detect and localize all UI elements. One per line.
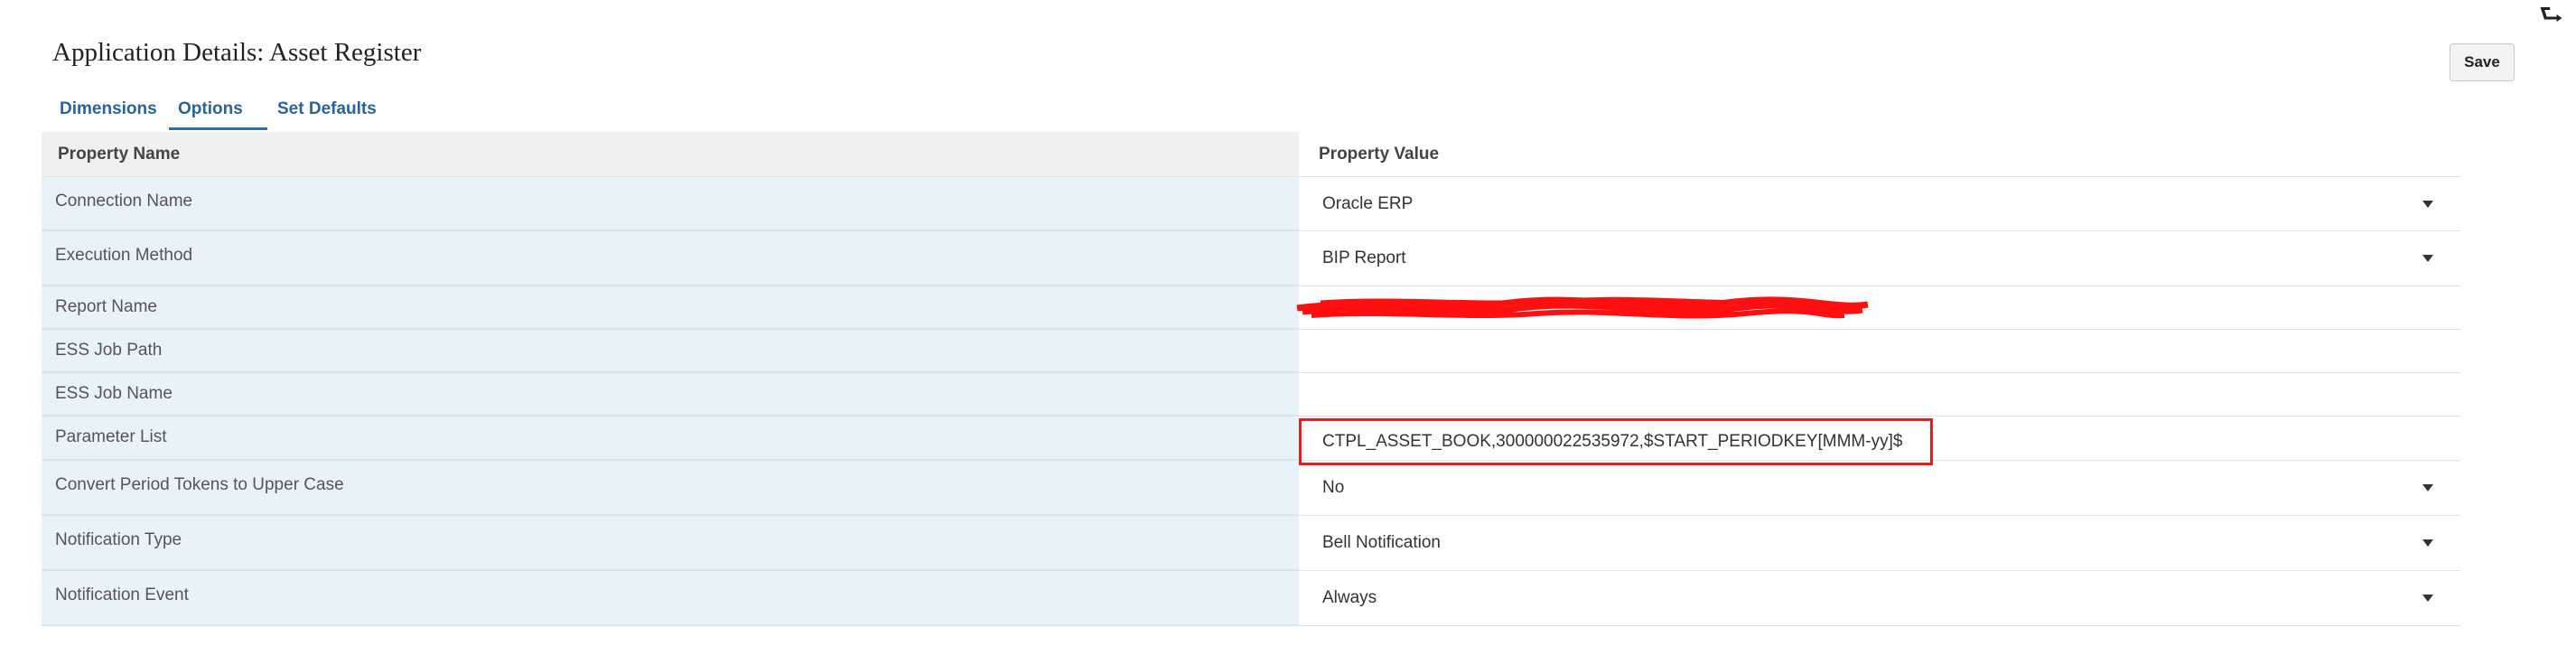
property-value: Oracle ERP [1322, 193, 1414, 213]
tab-options[interactable]: Options [169, 94, 267, 130]
tab-dimensions[interactable]: Dimensions [51, 94, 168, 125]
property-name: Execution Method [42, 231, 1299, 286]
table-row: ESS Job Path [42, 330, 2460, 373]
chevron-down-icon[interactable] [2422, 539, 2433, 547]
property-name: Report Name [42, 286, 1299, 329]
page-title: Application Details: Asset Register [52, 38, 422, 67]
chevron-down-icon[interactable] [2422, 595, 2433, 602]
table-row: Parameter List CTPL_ASSET_BOOK,300000022… [42, 417, 2460, 465]
tab-bar: Dimensions Options Set Defaults [51, 94, 387, 130]
convert-period-tokens-select[interactable]: No [1299, 461, 2460, 515]
property-name: ESS Job Name [42, 373, 1299, 416]
property-name: Connection Name [42, 177, 1299, 230]
chevron-down-icon[interactable] [2422, 484, 2433, 492]
execution-method-select[interactable]: BIP Report [1299, 231, 2460, 286]
property-name: Parameter List [42, 417, 1299, 460]
property-name: ESS Job Path [42, 330, 1299, 372]
property-name: Notification Event [42, 571, 1299, 625]
property-value: BIP Report [1322, 248, 1406, 267]
chevron-down-icon[interactable] [2422, 200, 2433, 208]
property-value: Always [1322, 588, 1377, 607]
upload-arrow-icon[interactable]: ⮑ [2539, 2, 2563, 29]
chevron-down-icon[interactable] [2422, 255, 2433, 262]
application-details-page: ⮑ Application Details: Asset Register Sa… [0, 0, 2576, 665]
notification-event-select[interactable]: Always [1299, 571, 2460, 625]
property-name: Convert Period Tokens to Upper Case [42, 461, 1299, 515]
table-row: Notification Type Bell Notification [42, 516, 2460, 571]
table-row: Notification Event Always [42, 571, 2460, 626]
ess-job-name-field[interactable] [1299, 373, 2460, 416]
table-row: Execution Method BIP Report [42, 231, 2460, 286]
property-value: No [1322, 478, 1345, 497]
table-row: Report Name [42, 286, 2460, 330]
connection-name-select[interactable]: Oracle ERP [1299, 177, 2460, 230]
table-header: Property Name Property Value [42, 132, 2460, 177]
redaction-scribble [1296, 296, 1869, 319]
tab-set-defaults[interactable]: Set Defaults [268, 94, 386, 125]
property-name: Notification Type [42, 516, 1299, 570]
table-row: ESS Job Name [42, 373, 2460, 417]
column-header-property-name: Property Name [42, 132, 1299, 176]
property-value: CTPL_ASSET_BOOK,300000022535972,$START_P… [1322, 432, 1903, 451]
ess-job-path-field[interactable] [1299, 330, 2460, 372]
property-value: Bell Notification [1322, 533, 1441, 552]
table-row: Connection Name Oracle ERP [42, 177, 2460, 231]
table-row: Convert Period Tokens to Upper Case No [42, 461, 2460, 516]
save-button[interactable]: Save [2450, 43, 2515, 81]
notification-type-select[interactable]: Bell Notification [1299, 516, 2460, 570]
column-header-property-value: Property Value [1299, 132, 2460, 176]
report-name-field[interactable] [1296, 286, 2460, 329]
parameter-list-field[interactable]: CTPL_ASSET_BOOK,300000022535972,$START_P… [1299, 417, 2460, 465]
properties-table: Property Name Property Value Connection … [42, 132, 2460, 626]
